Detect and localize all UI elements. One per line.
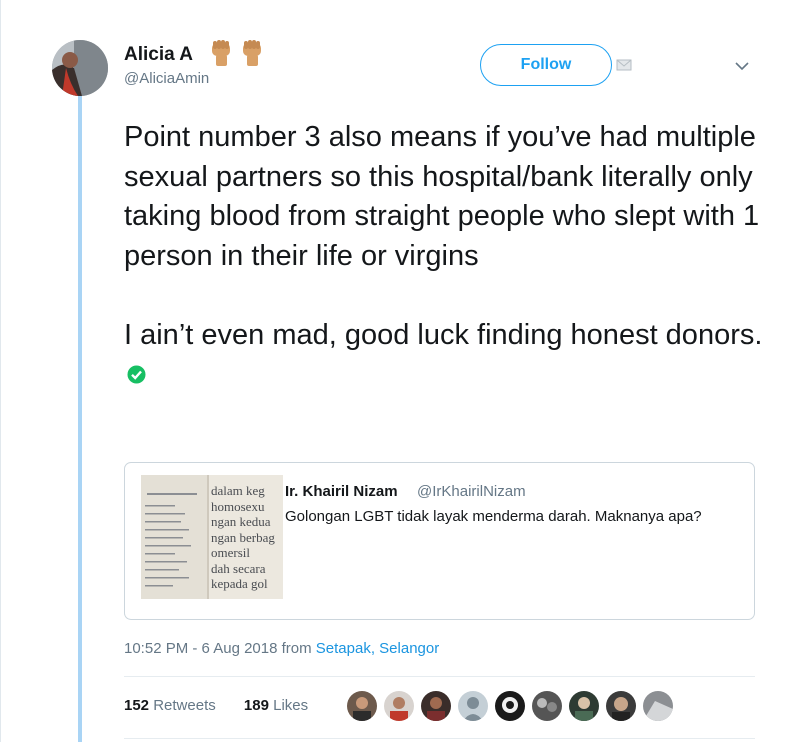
quoted-text: Golongan LGBT tidak layak menderma darah…: [285, 508, 702, 525]
photo-text-line: omersil: [211, 545, 250, 560]
photo-text-line: ngan kedua: [211, 514, 271, 529]
envelope-icon[interactable]: [616, 58, 632, 72]
divider: [124, 676, 755, 677]
thread-line: [78, 96, 82, 742]
quoted-tweet-image[interactable]: dalam keg homosexu ngan kedua ngan berba…: [141, 475, 283, 599]
liker-avatar[interactable]: [457, 690, 489, 722]
quoted-handle[interactable]: @IrKhairilNizam: [417, 483, 526, 500]
raised-fist-emoji: [243, 40, 261, 66]
liker-avatar[interactable]: [605, 690, 637, 722]
photo-text-line: ngan berbag: [211, 529, 275, 545]
tweet-text: Point number 3 also means if you’ve had …: [124, 118, 764, 395]
likes-stat[interactable]: 189 Likes: [244, 697, 320, 714]
quoted-tweet[interactable]: dalam keg homosexu ngan kedua ngan berba…: [124, 462, 755, 620]
tweet-metadata: 10:52 PM - 6 Aug 2018 from Setapak, Sela…: [124, 640, 439, 657]
tweet-timestamp[interactable]: 10:52 PM - 6 Aug 2018: [124, 640, 277, 657]
check-mark-icon: [127, 365, 146, 384]
location-link[interactable]: Setapak, Selangor: [316, 640, 439, 657]
liker-avatar[interactable]: [642, 690, 674, 722]
tweet-stats: 152 Retweets 189 Likes: [124, 697, 332, 714]
window-edge: [0, 0, 1, 742]
avatar[interactable]: [52, 40, 108, 96]
liker-avatar[interactable]: [531, 690, 563, 722]
likes-label: Likes: [273, 697, 309, 714]
photo-text-line: dalam keg: [211, 483, 265, 498]
liker-avatar[interactable]: [494, 690, 526, 722]
chevron-down-icon[interactable]: [734, 60, 750, 72]
quoted-display-name[interactable]: Ir. Khairil Nizam: [285, 483, 398, 500]
divider: [124, 738, 755, 739]
document-photo-text: dalam keg homosexu ngan kedua ngan berba…: [211, 483, 275, 592]
follow-button[interactable]: Follow: [480, 44, 612, 86]
liker-avatar[interactable]: [383, 690, 415, 722]
retweets-label: Retweets: [153, 697, 216, 714]
liker-avatar[interactable]: [346, 690, 378, 722]
display-name[interactable]: Alicia A: [124, 44, 193, 66]
likes-count: 189: [243, 697, 269, 714]
user-handle[interactable]: @AliciaAmin: [124, 70, 209, 87]
photo-text-line: dah secara: [211, 560, 266, 576]
photo-text-line: kepada gol: [211, 576, 268, 591]
liker-avatar[interactable]: [420, 690, 452, 722]
photo-text-line: homosexu: [211, 498, 265, 514]
liker-avatar[interactable]: [568, 690, 600, 722]
retweets-count: 152: [124, 697, 150, 714]
raised-fist-emoji: [212, 40, 230, 66]
tweet-paragraph-2: I ain’t even mad, good luck finding hone…: [124, 318, 763, 351]
from-label: from: [281, 640, 312, 657]
retweets-stat[interactable]: 152 Retweets: [124, 697, 228, 714]
tweet-paragraph-1: Point number 3 also means if you’ve had …: [124, 121, 760, 272]
